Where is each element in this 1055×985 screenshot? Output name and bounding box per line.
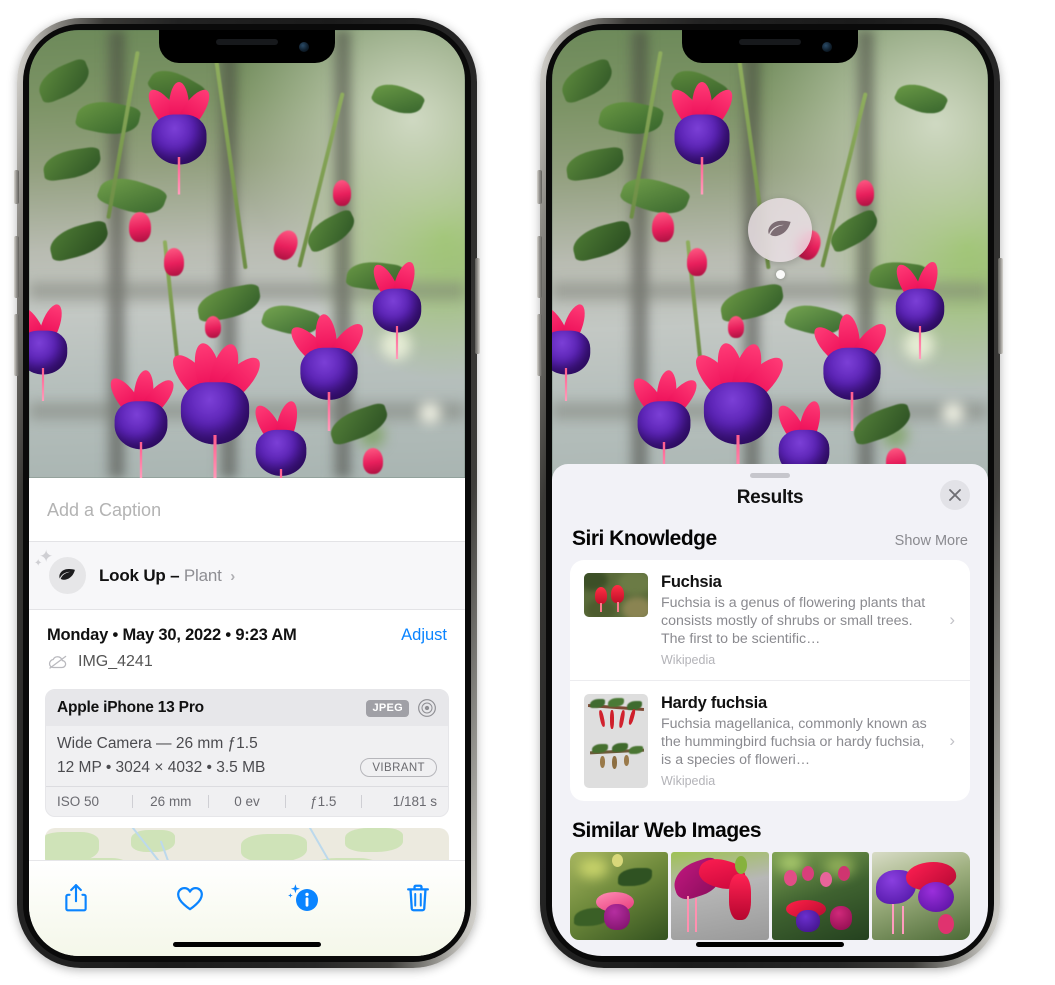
photo-filename: IMG_4241 [78,653,153,670]
knowledge-card-description: Fuchsia magellanica, commonly known as t… [661,716,927,769]
home-indicator-left[interactable] [173,942,321,947]
photo-date: Monday • May 30, 2022 • 9:23 AM [47,626,297,644]
exif-iso: ISO 50 [57,794,100,809]
similar-web-images-title: Similar Web Images [572,819,762,843]
delete-button[interactable] [395,877,441,919]
volume-up-button-right[interactable] [537,236,542,298]
siri-knowledge-title: Siri Knowledge [572,527,717,550]
earpiece-speaker [739,39,801,45]
photographic-style-badge: VIBRANT [360,758,437,777]
photo-viewer-left[interactable] [29,30,465,478]
front-camera-icon [822,42,832,52]
share-icon [65,884,87,912]
photo-metadata-block: Monday • May 30, 2022 • 9:23 AM Adjust I… [29,610,465,679]
home-indicator-right[interactable] [696,942,844,947]
close-icon [949,489,961,501]
power-button-left[interactable] [475,258,480,354]
web-image-thumbnail[interactable] [570,852,668,941]
adjust-button[interactable]: Adjust [401,626,447,645]
camera-lens-info: Wide Camera — 26 mm ƒ1.5 [57,735,258,752]
fuchsia-photo-left [29,30,465,478]
knowledge-card[interactable]: Hardy fuchsia Fuchsia magellanica, commo… [570,680,970,801]
format-badge: JPEG [366,699,409,717]
exif-aperture: ƒ1.5 [310,794,337,809]
camera-card-body: Wide Camera — 26 mm ƒ1.5 12 MP • 3024 × … [46,726,448,786]
screen-right: Results Siri Knowledge Show More Fuchsia… [552,30,988,956]
web-image-thumbnail[interactable] [872,852,970,941]
web-image-thumbnail[interactable] [670,852,769,941]
web-image-thumbnail[interactable] [771,852,870,941]
knowledge-card-source: Wikipedia [661,653,716,668]
exif-exposure: 0 ev [234,794,260,809]
icloud-slash-icon [48,655,67,669]
aperture-icon [418,699,436,717]
leaf-icon [768,220,791,237]
heart-icon [177,886,203,910]
look-up-title: Look Up – [99,565,180,585]
camera-card-header: Apple iPhone 13 Pro JPEG [46,690,448,726]
caption-input[interactable]: Add a Caption [29,478,465,542]
iphone-right-visual-lookup: Results Siri Knowledge Show More Fuchsia… [537,18,1003,968]
knowledge-card-title: Hardy fuchsia [661,694,767,713]
knowledge-card-title: Fuchsia [661,573,722,591]
chevron-right-icon: › [230,567,235,585]
leaf-icon-badge: ✦ ✦ [34,548,86,594]
info-button[interactable] [281,877,327,919]
exif-shutter: 1/181 s [392,794,438,809]
notch-left [159,30,335,63]
notch-right [682,30,858,63]
photo-info-sheet: Add a Caption ✦ ✦ Look Up – Plant › Mond… [29,478,465,956]
siri-knowledge-cards: Fuchsia Fuchsia is a genus of flowering … [570,560,970,802]
camera-specs: 12 MP • 3024 × 4032 • 3.5 MB [57,758,266,776]
camera-model: Apple iPhone 13 Pro [57,699,204,716]
volume-down-button-left[interactable] [14,314,19,376]
results-header: Results [552,478,988,525]
look-up-subject: Plant [183,565,222,585]
info-sparkle-icon [288,884,318,911]
exif-row: ISO 50 26 mm 0 ev ƒ1.5 1/181 s [46,786,448,816]
sparkle-icon-small: ✦ [34,558,43,569]
exif-focal: 26 mm [150,794,192,809]
knowledge-card-thumbnail [584,573,648,617]
look-up-label: Look Up – Plant › [99,566,235,586]
show-more-button[interactable]: Show More [895,533,968,549]
visual-look-up-anchor-dot [776,270,785,279]
close-button[interactable] [940,480,970,510]
share-button[interactable] [53,877,99,919]
fuchsia-photo-right [552,30,988,500]
iphone-left-photos-info: Add a Caption ✦ ✦ Look Up – Plant › Mond… [14,18,480,968]
mute-switch-right[interactable] [537,170,542,204]
knowledge-card-thumbnail [584,694,648,789]
chevron-right-icon: › [949,610,955,630]
power-button-right[interactable] [998,258,1003,354]
leaf-icon [59,568,75,580]
front-camera-icon [299,42,309,52]
mute-switch-left[interactable] [14,170,19,204]
knowledge-card[interactable]: Fuchsia Fuchsia is a genus of flowering … [570,560,970,680]
results-sheet: Results Siri Knowledge Show More Fuchsia… [552,464,988,956]
favorite-button[interactable] [167,877,213,919]
knowledge-card-description: Fuchsia is a genus of flowering plants t… [661,595,926,648]
look-up-row[interactable]: ✦ ✦ Look Up – Plant › [29,542,465,610]
siri-knowledge-header: Siri Knowledge Show More [552,525,988,560]
volume-up-button-left[interactable] [14,236,19,298]
camera-info-card: Apple iPhone 13 Pro JPEG Wide Camera — 2… [45,689,449,817]
trash-icon [407,884,429,912]
results-title: Results [736,487,804,508]
screenshot-canvas: Add a Caption ✦ ✦ Look Up – Plant › Mond… [0,0,1055,985]
visual-look-up-badge[interactable] [748,198,812,262]
screen-left: Add a Caption ✦ ✦ Look Up – Plant › Mond… [29,30,465,956]
earpiece-speaker [216,39,278,45]
chevron-right-icon: › [949,731,955,751]
photo-viewer-right[interactable] [552,30,988,500]
volume-down-button-right[interactable] [537,314,542,376]
knowledge-card-source: Wikipedia [661,774,716,789]
similar-web-images-strip[interactable] [552,852,988,941]
